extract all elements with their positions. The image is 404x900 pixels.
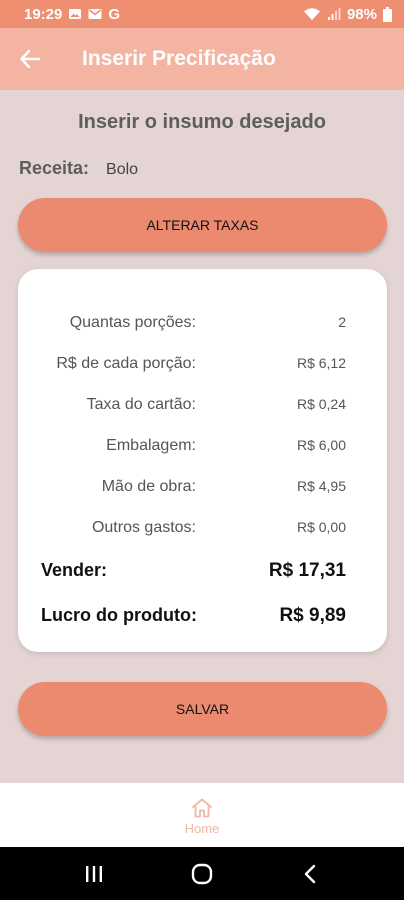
profit-value: R$ 9,89 bbox=[279, 605, 346, 626]
recipe-value: Bolo bbox=[106, 161, 139, 178]
card-row-profit: Lucro do produto: R$ 9,89 bbox=[18, 605, 387, 629]
card-row-sell: Vender: R$ 17,31 bbox=[18, 560, 387, 584]
home-circle-icon bbox=[191, 863, 213, 884]
photo-notification-icon bbox=[68, 7, 82, 21]
row-value: R$ 6,00 bbox=[296, 437, 346, 453]
section-subtitle: Inserir o insumo desejado bbox=[78, 111, 326, 133]
nav-home-label: Home bbox=[184, 821, 220, 836]
system-back-button[interactable] bbox=[290, 854, 330, 894]
status-left: 19:29 G bbox=[24, 6, 120, 23]
row-label: Quantas porções: bbox=[69, 314, 196, 331]
row-label: Embalagem: bbox=[106, 437, 196, 454]
row-label: Outros gastos: bbox=[91, 519, 196, 536]
row-value: 2 bbox=[338, 314, 346, 330]
sell-value: R$ 17,31 bbox=[268, 560, 346, 581]
page-title: Inserir Precificação bbox=[82, 47, 276, 70]
back-arrow-icon bbox=[20, 49, 41, 69]
row-value: R$ 4,95 bbox=[296, 478, 346, 494]
profit-label: Lucro do produto: bbox=[41, 605, 197, 625]
row-value: R$ 6,12 bbox=[296, 355, 346, 371]
row-value: R$ 0,24 bbox=[296, 396, 346, 412]
row-label: Mão de obra: bbox=[101, 478, 196, 495]
nav-home-tab[interactable]: Home bbox=[184, 798, 220, 836]
back-button[interactable] bbox=[0, 28, 60, 90]
card-row-labor: Mão de obra: R$ 4,95 bbox=[18, 475, 387, 499]
recent-apps-button[interactable] bbox=[74, 854, 114, 894]
bottom-navigation: Home bbox=[0, 783, 404, 847]
sell-label: Vender: bbox=[41, 560, 108, 580]
row-value: R$ 0,00 bbox=[296, 519, 346, 535]
recipe-row: Receita: Bolo bbox=[19, 158, 138, 179]
system-navigation-bar bbox=[0, 847, 404, 900]
wifi-icon bbox=[303, 7, 321, 21]
save-button[interactable]: SALVAR bbox=[18, 682, 387, 736]
row-label: Taxa do cartão: bbox=[86, 396, 196, 413]
recipe-label: Receita: bbox=[19, 158, 90, 178]
card-row-other-costs: Outros gastos: R$ 0,00 bbox=[18, 516, 387, 540]
system-back-icon bbox=[304, 864, 316, 883]
card-row-packaging: Embalagem: R$ 6,00 bbox=[18, 434, 387, 458]
battery-percent: 98% bbox=[346, 5, 377, 23]
pricing-card: Quantas porções: 2 R$ de cada porção: R$… bbox=[18, 269, 387, 652]
alter-taxes-button[interactable]: ALTERAR TAXAS bbox=[18, 198, 387, 252]
system-home-button[interactable] bbox=[182, 854, 222, 894]
gmail-notification-icon bbox=[88, 8, 102, 20]
status-right: 98% bbox=[303, 6, 392, 23]
card-row-portions: Quantas porções: 2 bbox=[18, 311, 387, 335]
row-label: R$ de cada porção: bbox=[56, 355, 196, 372]
recent-apps-icon bbox=[86, 865, 102, 882]
status-time: 19:29 bbox=[24, 5, 63, 23]
status-bar: 19:29 G 98% bbox=[0, 0, 404, 28]
card-row-portion-price: R$ de cada porção: R$ 6,12 bbox=[18, 352, 387, 376]
app-bar: Inserir Precificação bbox=[0, 28, 404, 90]
card-row-card-fee: Taxa do cartão: R$ 0,24 bbox=[18, 393, 387, 417]
signal-icon bbox=[327, 7, 341, 21]
google-notification-icon: G bbox=[108, 5, 121, 23]
home-icon bbox=[192, 798, 212, 818]
battery-icon bbox=[383, 6, 392, 22]
